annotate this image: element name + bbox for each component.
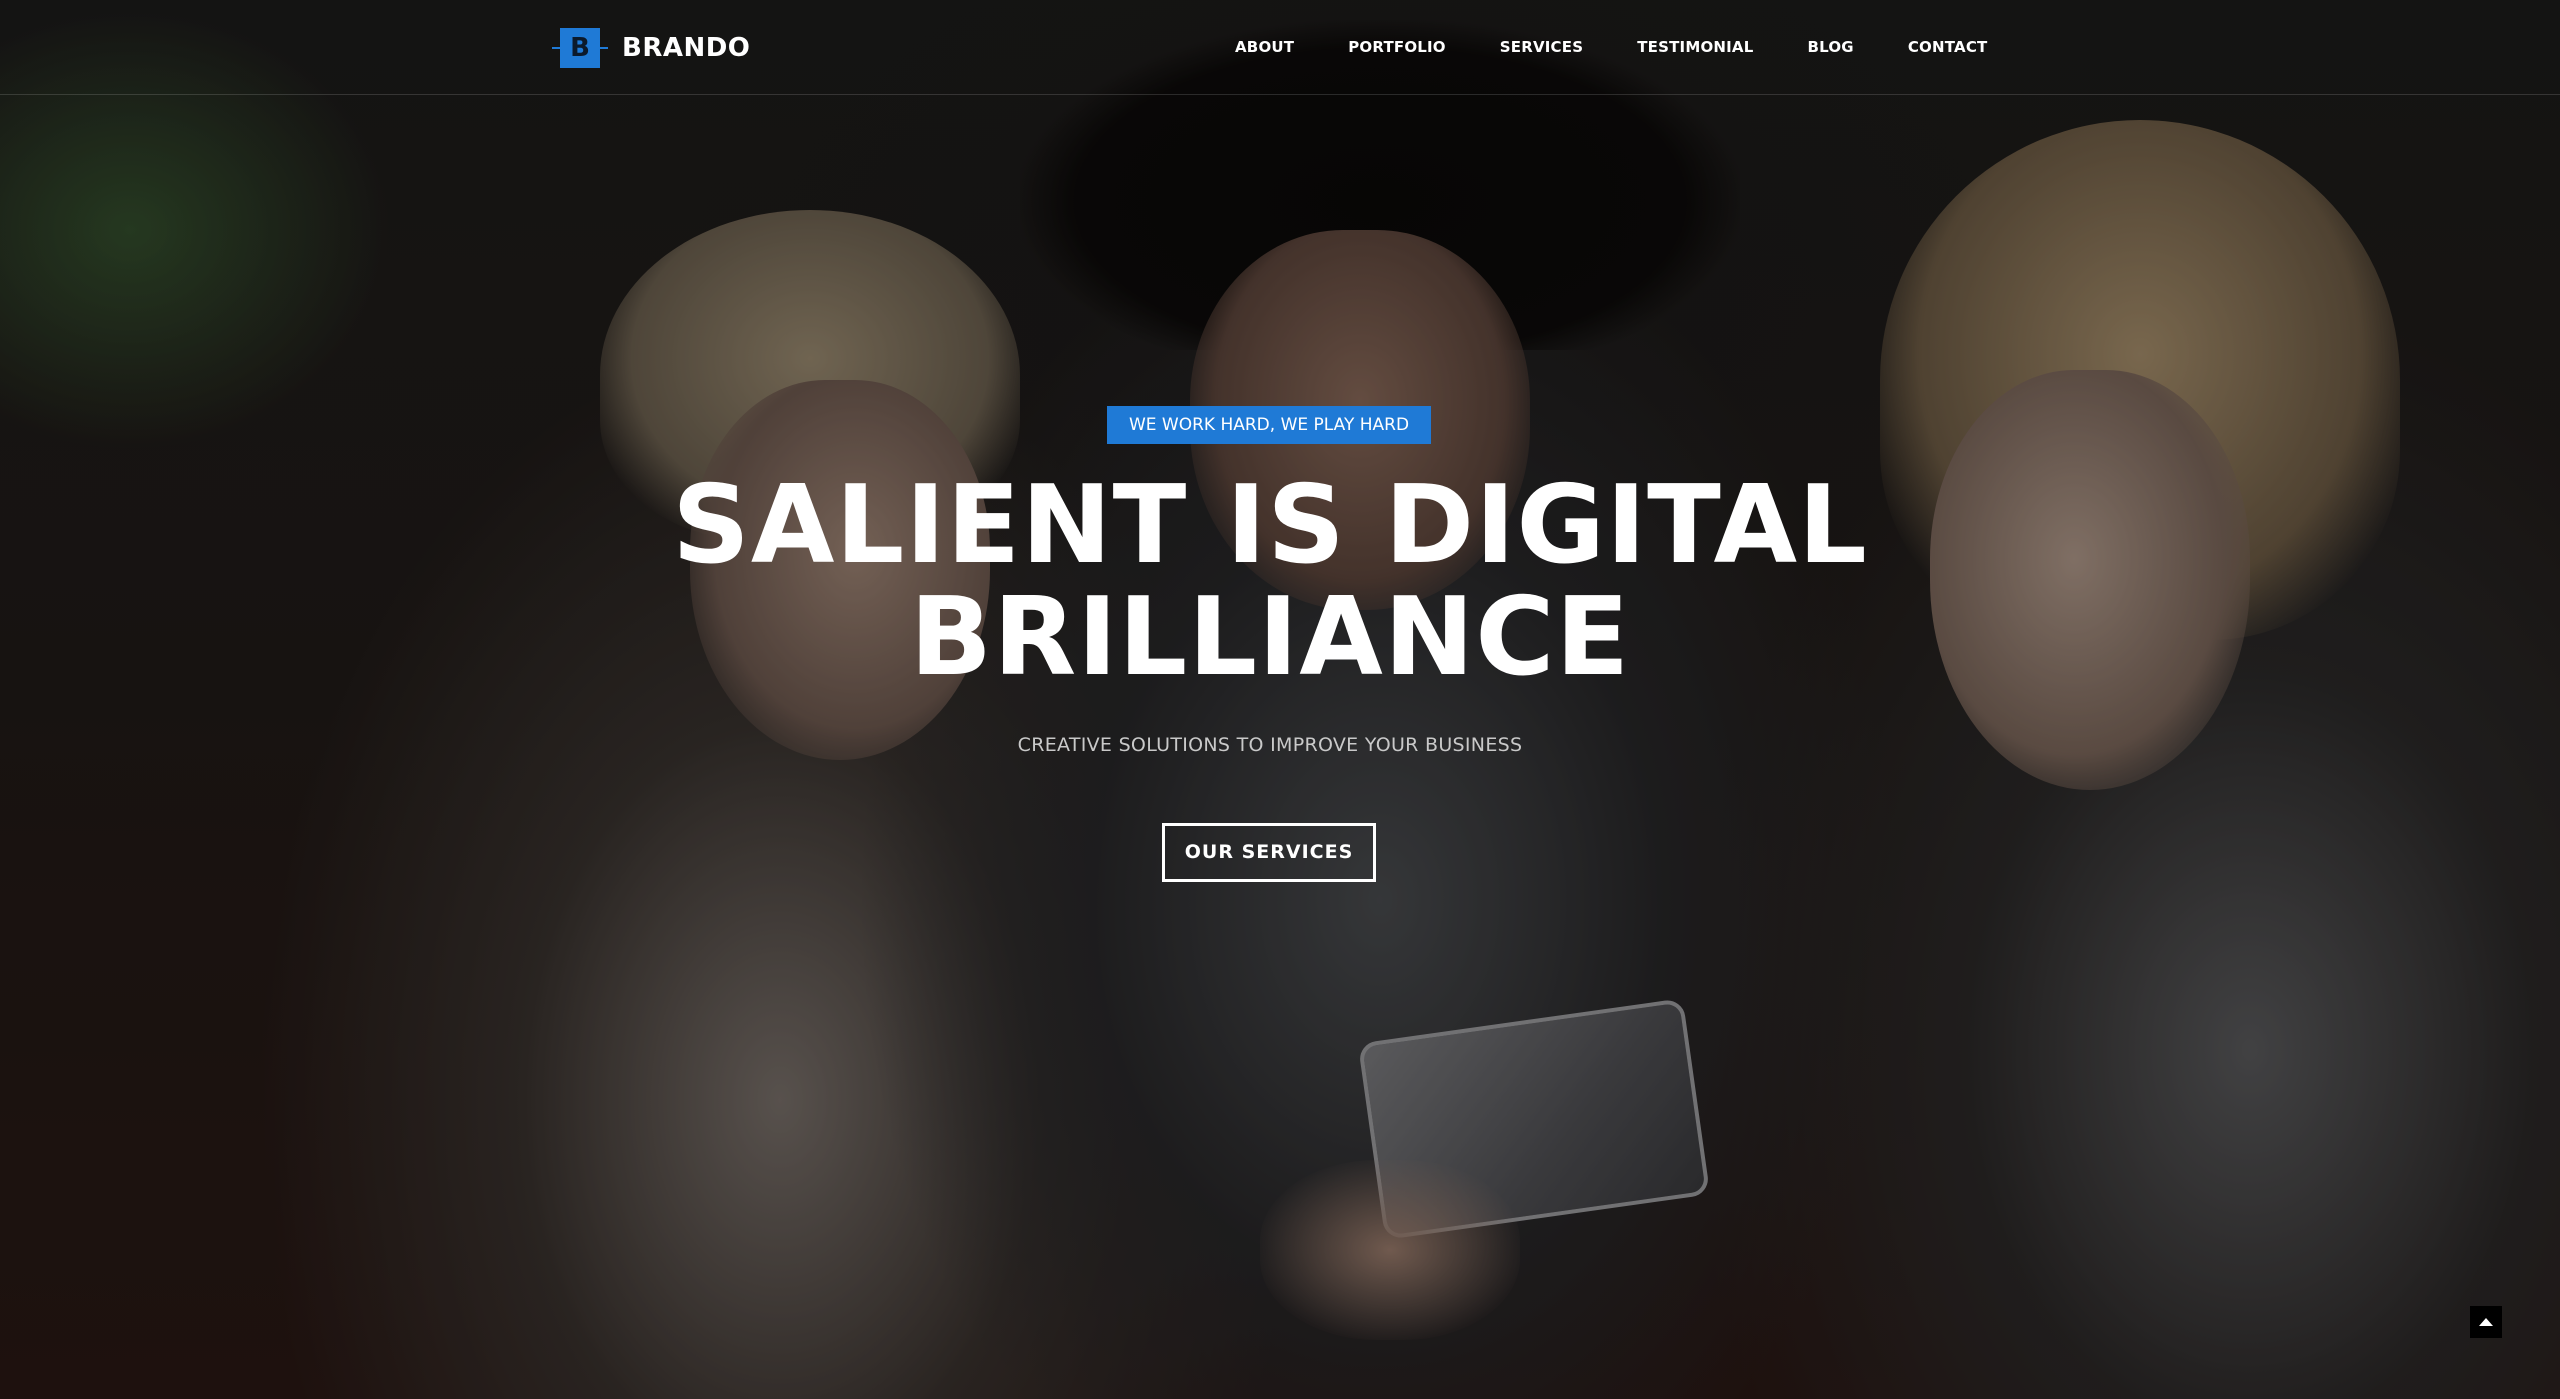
brand-logo[interactable]: B BRANDO: [552, 28, 751, 68]
nav-item-blog[interactable]: BLOG: [1808, 38, 1854, 56]
hero-subtitle: CREATIVE SOLUTIONS TO IMPROVE YOUR BUSIN…: [1017, 734, 1523, 756]
brand-name: BRANDO: [622, 33, 751, 63]
nav-item-portfolio[interactable]: PORTFOLIO: [1348, 38, 1446, 56]
hero-headline-line1: SALIENT IS DIGITAL: [672, 463, 1868, 588]
hero-tagline-badge: WE WORK HARD, WE PLAY HARD: [1107, 406, 1431, 444]
logo-mark-icon: B: [552, 28, 608, 68]
nav-item-contact[interactable]: CONTACT: [1908, 38, 1988, 56]
nav-item-testimonial[interactable]: TESTIMONIAL: [1637, 38, 1753, 56]
our-services-button[interactable]: OUR SERVICES: [1162, 823, 1376, 882]
scroll-to-top-button[interactable]: [2470, 1306, 2502, 1338]
chevron-up-icon: [2479, 1318, 2493, 1326]
hero-headline-line2: BRILLIANCE: [909, 575, 1631, 700]
top-navbar: B BRANDO ABOUT PORTFOLIO SERVICES TESTIM…: [0, 0, 2560, 95]
nav-item-services[interactable]: SERVICES: [1500, 38, 1583, 56]
hero-section: B BRANDO ABOUT PORTFOLIO SERVICES TESTIM…: [0, 0, 2560, 1399]
hero-headline: SALIENT IS DIGITAL BRILLIANCE: [0, 470, 2540, 694]
nav-item-about[interactable]: ABOUT: [1235, 38, 1294, 56]
main-nav: ABOUT PORTFOLIO SERVICES TESTIMONIAL BLO…: [1235, 38, 1987, 56]
